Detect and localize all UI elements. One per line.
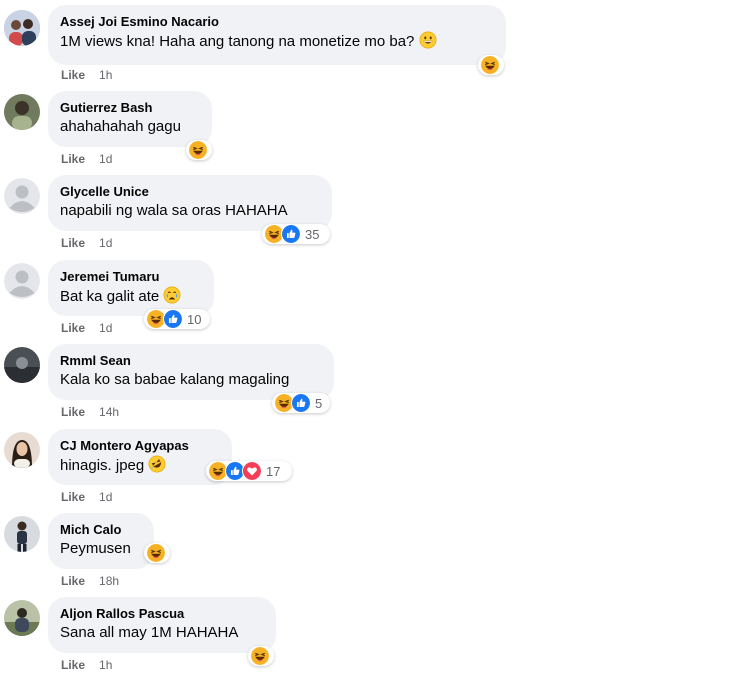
comment-timestamp[interactable]: 1h — [99, 68, 112, 82]
like-button[interactable]: Like — [61, 152, 85, 166]
like-button[interactable]: Like — [61, 321, 85, 335]
like-reaction-icon — [281, 224, 301, 244]
comment-text: Bat ka galit ate — [60, 288, 160, 305]
like-button[interactable]: Like — [61, 405, 85, 419]
like-button[interactable]: Like — [61, 68, 85, 82]
comment-text: Peymusen — [60, 540, 131, 557]
comment-author[interactable]: Aljon Rallos Pascua — [60, 605, 264, 622]
comment-item: Jeremei Tumaru Bat ka galit ate 10 Like 1… — [0, 257, 750, 341]
like-button[interactable]: Like — [61, 658, 85, 672]
like-button[interactable]: Like — [61, 574, 85, 588]
avatar[interactable] — [4, 347, 40, 383]
reaction-summary[interactable]: 17 — [206, 461, 292, 481]
default-avatar-icon — [4, 178, 40, 214]
comment-item: Mich Calo Peymusen Like 18h — [0, 510, 750, 594]
comment-bubble: CJ Montero Agyapas hinagis. jpeg — [48, 429, 232, 485]
comment-timestamp[interactable]: 1h — [99, 658, 112, 672]
comment-bubble: Glycelle Unice napabili ng wala sa oras … — [48, 175, 332, 231]
comment-text: napabili ng wala sa oras HAHAHA — [60, 202, 288, 219]
comment-author[interactable]: CJ Montero Agyapas — [60, 437, 220, 454]
comment-timestamp[interactable]: 18h — [99, 574, 119, 588]
haha-reaction-icon — [480, 55, 500, 75]
reaction-count: 17 — [266, 463, 281, 479]
user-photo-icon — [4, 94, 40, 130]
user-photo-icon — [4, 516, 40, 552]
avatar[interactable] — [4, 516, 40, 552]
comment-timestamp[interactable]: 1d — [99, 490, 112, 504]
user-photo-icon — [4, 10, 40, 46]
like-reaction-icon — [291, 393, 311, 413]
avatar[interactable] — [4, 432, 40, 468]
comment-item: Rmml Sean Kala ko sa babae kalang magali… — [0, 341, 750, 425]
comment-author[interactable]: Glycelle Unice — [60, 183, 320, 200]
reaction-summary[interactable]: 5 — [272, 393, 330, 413]
comment-item: CJ Montero Agyapas hinagis. jpeg 17 Like… — [0, 426, 750, 510]
crying-emoji-icon — [163, 286, 181, 304]
comment-text: ahahahahah gagu — [60, 118, 181, 135]
reaction-summary[interactable] — [186, 140, 212, 160]
reaction-count: 10 — [187, 311, 202, 327]
reaction-summary[interactable]: 35 — [262, 224, 330, 244]
haha-reaction-icon — [188, 140, 208, 160]
comment-timestamp[interactable]: 14h — [99, 405, 119, 419]
comment-text: 1M views kna! Haha ang tanong na monetiz… — [60, 33, 415, 50]
comment-author[interactable]: Rmml Sean — [60, 352, 322, 369]
default-avatar-icon — [4, 263, 40, 299]
avatar[interactable] — [4, 94, 40, 130]
comment-item: Aljon Rallos Pascua Sana all may 1M HAHA… — [0, 594, 750, 676]
reaction-summary[interactable] — [144, 543, 170, 563]
reaction-count: 35 — [305, 226, 320, 242]
comment-bubble: Jeremei Tumaru Bat ka galit ate — [48, 260, 214, 316]
comment-bubble: Mich Calo Peymusen — [48, 513, 154, 569]
avatar[interactable] — [4, 178, 40, 214]
reaction-summary[interactable] — [478, 55, 504, 75]
avatar[interactable] — [4, 263, 40, 299]
comment-bubble: Rmml Sean Kala ko sa babae kalang magali… — [48, 344, 334, 400]
rolling-laughing-emoji-icon — [148, 455, 166, 473]
comment-author[interactable]: Gutierrez Bash — [60, 99, 200, 116]
comment-author[interactable]: Assej Joi Esmino Nacario — [60, 13, 494, 30]
comment-timestamp[interactable]: 1d — [99, 152, 112, 166]
reaction-summary[interactable]: 10 — [144, 309, 210, 329]
user-photo-icon — [4, 347, 40, 383]
like-button[interactable]: Like — [61, 490, 85, 504]
user-photo-icon — [4, 432, 40, 468]
comment-text: hinagis. jpeg — [60, 457, 145, 474]
comment-bubble: Gutierrez Bash ahahahahah gagu — [48, 91, 212, 147]
user-photo-icon — [4, 600, 40, 636]
comment-timestamp[interactable]: 1d — [99, 236, 112, 250]
comment-author[interactable]: Mich Calo — [60, 521, 142, 538]
reaction-summary[interactable] — [248, 646, 274, 666]
like-reaction-icon — [163, 309, 183, 329]
like-button[interactable]: Like — [61, 236, 85, 250]
comment-bubble: Aljon Rallos Pascua Sana all may 1M HAHA… — [48, 597, 276, 653]
love-reaction-icon — [242, 461, 262, 481]
comment-item: Gutierrez Bash ahahahahah gagu Like 1d — [0, 88, 750, 172]
comment-bubble: Assej Joi Esmino Nacario 1M views kna! H… — [48, 5, 506, 65]
grinning-emoji-icon — [419, 31, 437, 49]
comment-text: Kala ko sa babae kalang magaling — [60, 371, 290, 388]
avatar[interactable] — [4, 600, 40, 636]
reaction-count: 5 — [315, 395, 323, 411]
haha-reaction-icon — [250, 646, 270, 666]
haha-reaction-icon — [146, 543, 166, 563]
avatar[interactable] — [4, 10, 40, 46]
comment-item: Assej Joi Esmino Nacario 1M views kna! H… — [0, 2, 750, 86]
comment-item: Glycelle Unice napabili ng wala sa oras … — [0, 172, 750, 256]
comment-text: Sana all may 1M HAHAHA — [60, 624, 239, 641]
comment-timestamp[interactable]: 1d — [99, 321, 112, 335]
comment-author[interactable]: Jeremei Tumaru — [60, 268, 202, 285]
